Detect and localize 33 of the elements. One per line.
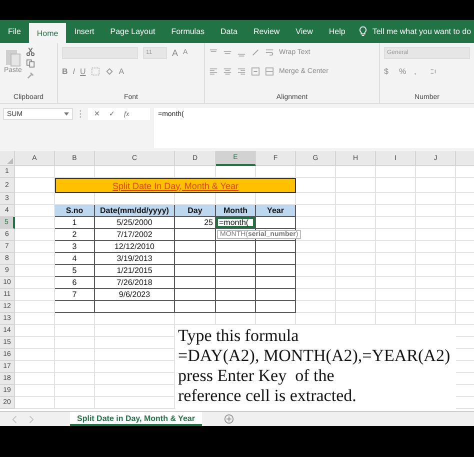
table-cell: 5 (55, 265, 95, 277)
table-cell: 3 (55, 241, 95, 253)
table-cell: 12/12/2010 (95, 241, 175, 253)
ribbon-tab[interactable]: Data (212, 20, 246, 43)
title-cell: Split Date In Day, Month & Year (55, 178, 296, 193)
table-header-cell: Day (175, 205, 216, 217)
active-cell[interactable]: =month( (216, 217, 255, 228)
table-cell: 7/17/2002 (95, 229, 175, 241)
ribbon-tab[interactable]: Home (28, 23, 66, 43)
table-cell: 9/6/2023 (95, 289, 175, 301)
table-cell: 25 (175, 217, 216, 229)
table-cell: 7 (55, 289, 95, 301)
ribbon-tab[interactable]: Help (320, 20, 354, 43)
table-cell: 1/21/2015 (95, 265, 175, 277)
ribbon-tab[interactable]: Formulas (163, 20, 213, 43)
table-cell: 2 (55, 229, 95, 241)
table-header-cell: Month (216, 205, 256, 217)
ribbon-tab[interactable]: Review (245, 20, 288, 43)
table-cell: 3/19/2013 (95, 253, 175, 265)
table-header-cell: S.no (55, 205, 95, 217)
table-cell: 7/26/2018 (95, 277, 175, 289)
table-cell: 1 (55, 217, 95, 229)
ribbon-tab[interactable]: View (288, 20, 321, 43)
tell-me-search[interactable]: Tell me what you want to do (372, 27, 472, 36)
ribbon-tab[interactable]: Insert (66, 20, 102, 43)
ribbon-tab[interactable]: Page Layout (102, 20, 164, 43)
sheet-tab[interactable]: Split Date in Day, Month & Year (70, 412, 202, 426)
table-header-cell: Date(mm/dd/yyyy) (95, 205, 175, 217)
table-cell: 5/25/2000 (95, 217, 175, 229)
ribbon-tab[interactable]: File (0, 20, 29, 43)
table-header-cell: Year (256, 205, 296, 217)
table-cell: 6 (55, 277, 95, 289)
table-cell: 4 (55, 253, 95, 265)
